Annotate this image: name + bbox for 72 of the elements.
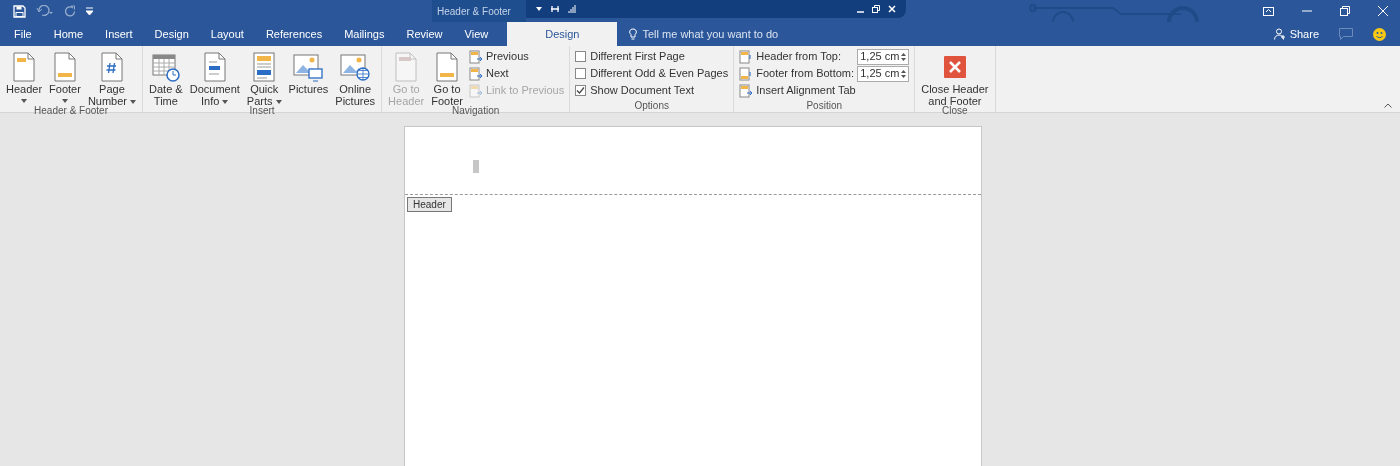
ribbon-tab[interactable]: Mailings bbox=[333, 22, 396, 46]
signal-icon bbox=[568, 5, 576, 13]
caret-icon bbox=[536, 7, 542, 11]
checkbox[interactable] bbox=[575, 51, 587, 62]
person-icon bbox=[1273, 28, 1286, 40]
ribbon-button[interactable]: Header bbox=[3, 47, 46, 107]
margin-icon bbox=[739, 66, 754, 81]
spinner-label: Header from Top: bbox=[756, 49, 843, 65]
spin-arrows-icon bbox=[901, 68, 907, 79]
group-label: Insert bbox=[249, 105, 276, 117]
ribbon-button[interactable]: Pictures bbox=[285, 47, 332, 107]
spinner-label: Footer from Bottom: bbox=[756, 66, 855, 82]
ribbon-small-button[interactable]: Insert Alignment Tab bbox=[739, 82, 910, 99]
ribbon-display-icon[interactable] bbox=[1263, 6, 1274, 16]
close-icon bbox=[943, 56, 966, 78]
calendar-clock-icon bbox=[150, 51, 181, 83]
group-label: Navigation bbox=[452, 105, 501, 117]
ribbon-tab[interactable]: Design bbox=[143, 22, 200, 46]
header-tag: Header bbox=[407, 197, 452, 212]
group-label: Header & Footer bbox=[33, 105, 108, 117]
restore-icon[interactable] bbox=[1340, 6, 1350, 16]
spin-arrows-icon bbox=[901, 51, 907, 62]
checkbox[interactable] bbox=[575, 68, 587, 79]
ribbon-button[interactable]: Date & Time bbox=[146, 47, 186, 107]
ribbon-tab[interactable]: Design bbox=[507, 22, 618, 46]
spinner-field[interactable]: 1,25 cm bbox=[857, 48, 910, 65]
ribbon-button[interactable]: Page Number bbox=[84, 47, 140, 107]
redo-icon[interactable] bbox=[64, 5, 76, 17]
checkbox-label: Different Odd & Even Pages bbox=[590, 66, 729, 82]
group-label: Close bbox=[942, 105, 968, 117]
contextual-title: Header & Footer bbox=[437, 4, 511, 19]
alignment-tab-icon bbox=[739, 83, 754, 98]
pictures-icon bbox=[292, 51, 325, 83]
checkbox-label: Show Document Text bbox=[590, 83, 694, 99]
previous-icon bbox=[468, 49, 483, 64]
ribbon-small-button[interactable]: Previous bbox=[468, 48, 565, 65]
ribbon-button[interactable]: Footer bbox=[46, 47, 84, 107]
ribbon-button[interactable]: Go to Footer bbox=[428, 47, 466, 107]
spinner-field[interactable]: 1,25 cm bbox=[857, 65, 910, 82]
close-icon[interactable] bbox=[888, 5, 896, 13]
checkbox-label: Different First Page bbox=[590, 49, 685, 65]
restore-icon[interactable] bbox=[872, 5, 880, 13]
ribbon-button[interactable]: Document Info bbox=[186, 47, 243, 107]
ribbon-button[interactable]: Close Header and Footer bbox=[918, 47, 992, 107]
check-icon bbox=[576, 86, 586, 95]
text-cursor bbox=[473, 160, 479, 173]
group-label: Options bbox=[633, 100, 670, 112]
online-pictures-icon bbox=[339, 51, 372, 83]
group-label: Position bbox=[805, 100, 843, 112]
ribbon-tab[interactable]: Layout bbox=[199, 22, 255, 46]
undo-icon[interactable] bbox=[36, 5, 54, 17]
ribbon-tab[interactable]: Review bbox=[395, 22, 454, 46]
ribbon-button[interactable]: Online Pictures bbox=[332, 47, 379, 107]
checkbox[interactable] bbox=[575, 85, 587, 96]
collapse-ribbon-icon[interactable] bbox=[1384, 103, 1392, 108]
share-button[interactable]: Share bbox=[1267, 22, 1325, 46]
margin-icon bbox=[739, 49, 754, 64]
ribbon-tab[interactable]: Home bbox=[42, 22, 95, 46]
ribbon-button[interactable]: Quick Parts bbox=[243, 47, 285, 107]
close-icon[interactable] bbox=[1378, 6, 1388, 16]
smiley-icon[interactable] bbox=[1373, 27, 1386, 41]
tell-me-field[interactable]: Tell me what you want to do bbox=[642, 25, 903, 43]
ribbon-small-button[interactable]: Next bbox=[468, 65, 565, 82]
lightbulb-icon bbox=[629, 28, 638, 40]
ribbon-tab[interactable]: References bbox=[254, 22, 334, 46]
customize-icon[interactable] bbox=[86, 7, 93, 15]
ribbon-tab[interactable]: File bbox=[3, 22, 43, 46]
next-icon bbox=[468, 66, 483, 81]
ribbon-tab[interactable]: View bbox=[453, 22, 500, 46]
ribbon-tab[interactable]: Insert bbox=[94, 22, 144, 46]
save-icon[interactable] bbox=[13, 4, 26, 18]
link-icon bbox=[468, 83, 483, 98]
